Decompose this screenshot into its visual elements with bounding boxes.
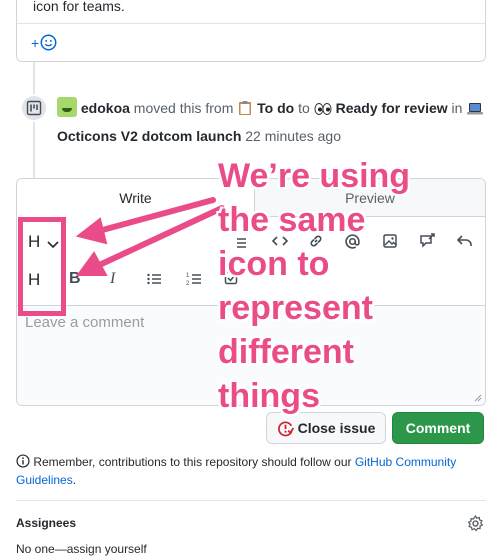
smiley-icon: [40, 34, 57, 51]
gear-icon[interactable]: [467, 514, 484, 535]
annotation-highlight-box: H H: [18, 217, 66, 316]
svg-text:2: 2: [186, 281, 190, 287]
assignees-heading: Assignees: [16, 516, 77, 530]
contribution-guidelines-note: Remember, contributions to this reposito…: [16, 453, 486, 489]
issue-closed-icon: [277, 421, 294, 436]
info-icon: [16, 454, 30, 468]
avatar[interactable]: [57, 97, 77, 117]
heading-icon[interactable]: H: [28, 270, 40, 290]
annotation-line: We’re using: [218, 157, 411, 195]
close-issue-label: Close issue: [297, 420, 376, 436]
eyes-icon: [314, 99, 332, 124]
comment-body-tail: icon for teams.: [33, 0, 125, 14]
bold-icon[interactable]: B: [69, 270, 81, 288]
svg-text:1: 1: [186, 273, 190, 279]
annotation-line: different: [218, 333, 354, 371]
timeline-line: [33, 62, 35, 94]
event-in-word: in: [451, 100, 463, 116]
annotation-line: represent: [218, 289, 373, 327]
annotation-line: things: [218, 377, 320, 415]
event-time[interactable]: 22 minutes ago: [245, 128, 341, 144]
guidelines-suffix: .: [72, 473, 77, 487]
ordered-list-icon[interactable]: 12: [186, 271, 202, 292]
previous-comment: icon for teams. +: [16, 0, 486, 62]
event-from-column: To do: [257, 100, 295, 116]
laptop-icon: [466, 99, 484, 124]
project-event-badge: [20, 94, 48, 122]
clipboard-icon: [237, 99, 253, 124]
sidebar-divider: [16, 500, 486, 501]
timeline-event-text: edokoa moved this from To do to Ready fo…: [57, 96, 487, 149]
event-project-link[interactable]: Octicons V2 dotcom launch: [57, 128, 241, 144]
project-icon: [26, 100, 42, 116]
plus-label: +: [31, 34, 40, 51]
italic-icon[interactable]: I: [110, 270, 115, 288]
event-to-column: Ready for review: [335, 100, 448, 116]
event-to-word: to: [298, 100, 310, 116]
add-reaction-button[interactable]: +: [31, 34, 57, 51]
unordered-list-icon[interactable]: [146, 271, 162, 292]
assignees-empty-state[interactable]: No one—assign yourself: [16, 542, 147, 556]
annotation-line: the same: [218, 201, 366, 239]
timeline-line: [33, 122, 35, 178]
comment-placeholder: Leave a comment: [25, 314, 145, 331]
reaction-divider: [17, 23, 485, 24]
heading-icon[interactable]: H: [28, 232, 40, 252]
event-actor[interactable]: edokoa: [81, 100, 130, 116]
guidelines-prefix: Remember, contributions to this reposito…: [33, 455, 355, 469]
annotation-line: icon to: [218, 245, 330, 283]
event-action: moved this from: [133, 100, 234, 116]
chevron-down-icon: [47, 241, 59, 249]
annotation-text: We’re using the same icon to represent d…: [218, 154, 488, 418]
